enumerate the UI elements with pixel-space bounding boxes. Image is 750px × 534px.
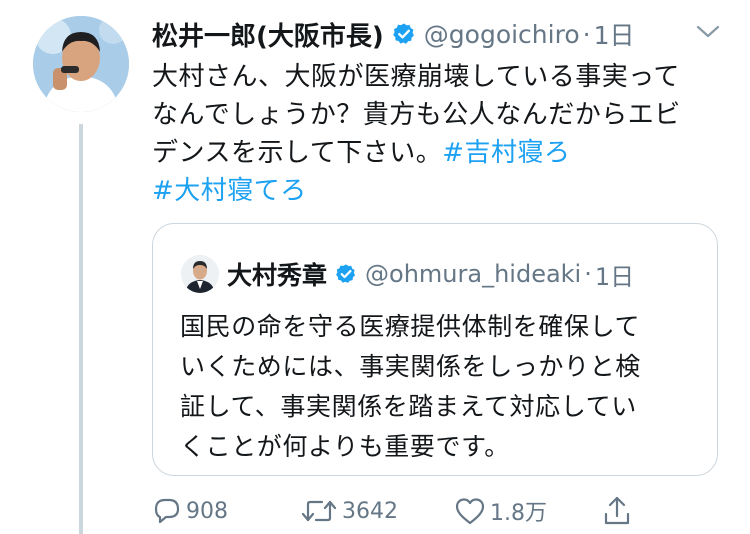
chevron-down-icon[interactable]: [695, 24, 721, 40]
quoted-tweet[interactable]: 大村秀章 @ohmura_hideaki · 1日 国民の命を守る医療提供体制を…: [152, 223, 718, 476]
reply-button[interactable]: 908: [152, 493, 228, 529]
tweet-text: 大村さん、大阪が医療崩壊している事実って なんでしょうか？貴方も公人なんだからエ…: [152, 58, 732, 210]
author-name[interactable]: 松井一郎(大阪市長): [152, 16, 384, 53]
tweet-text-line: 大村さん、大阪が医療崩壊している事実って: [152, 62, 680, 92]
author-handle[interactable]: @gogoichiro: [424, 20, 580, 49]
thread-line: [79, 124, 83, 534]
hashtag-link[interactable]: #大村寝てろ: [152, 176, 307, 206]
hashtag-link[interactable]: #吉村寝ろ: [442, 138, 570, 168]
retweet-icon: [300, 496, 338, 526]
separator-dot: ·: [582, 19, 591, 49]
share-button[interactable]: [602, 493, 632, 529]
like-button[interactable]: 1.8万: [454, 493, 547, 529]
verified-badge-icon: [335, 263, 357, 285]
author-avatar[interactable]: [33, 16, 129, 112]
timestamp[interactable]: 1日: [594, 16, 635, 52]
share-icon: [602, 495, 632, 527]
verified-badge-icon: [392, 22, 416, 46]
retweet-button[interactable]: 3642: [300, 493, 398, 529]
quoted-tweet-text: 国民の命を守る医療提供体制を確保して いくためには、事実関係をしっかりと検 証し…: [180, 307, 700, 467]
tweet-text-line: デンスを示して下さい。#吉村寝ろ: [152, 134, 732, 172]
quoted-text-line: 国民の命を守る医療提供体制を確保して: [180, 312, 641, 341]
quoted-timestamp: 1日: [594, 262, 635, 291]
like-count: 1.8万: [490, 501, 547, 526]
tweet-header: 松井一郎(大阪市長) @gogoichiro · 1日: [152, 14, 634, 54]
quoted-author-name[interactable]: 大村秀章: [227, 256, 327, 292]
reply-count: 908: [186, 498, 228, 524]
quoted-text-line: くことが何よりも重要です。: [180, 432, 510, 461]
quoted-author-handle[interactable]: @ohmura_hideaki: [365, 260, 581, 288]
retweet-count: 3642: [342, 498, 398, 524]
quoted-tweet-header: 大村秀章 @ohmura_hideaki · 1日: [227, 254, 634, 294]
quoted-text-line: いくためには、事実関係をしっかりと検: [180, 352, 641, 381]
like-icon: [454, 496, 486, 526]
quoted-text-line: 証して、事実関係を踏まえて対応してい: [180, 392, 637, 421]
action-bar: 908 3642 1.8万: [152, 493, 742, 529]
tweet-text-line: #大村寝てろ: [152, 172, 732, 210]
tweet-text-segment: デンスを示して下さい。: [152, 138, 443, 168]
tweet-text-line: なんでしょうか？貴方も公人なんだからエビ: [152, 100, 681, 130]
quoted-author-avatar: [181, 255, 219, 293]
separator-dot: ·: [584, 260, 592, 288]
reply-icon: [152, 496, 182, 526]
